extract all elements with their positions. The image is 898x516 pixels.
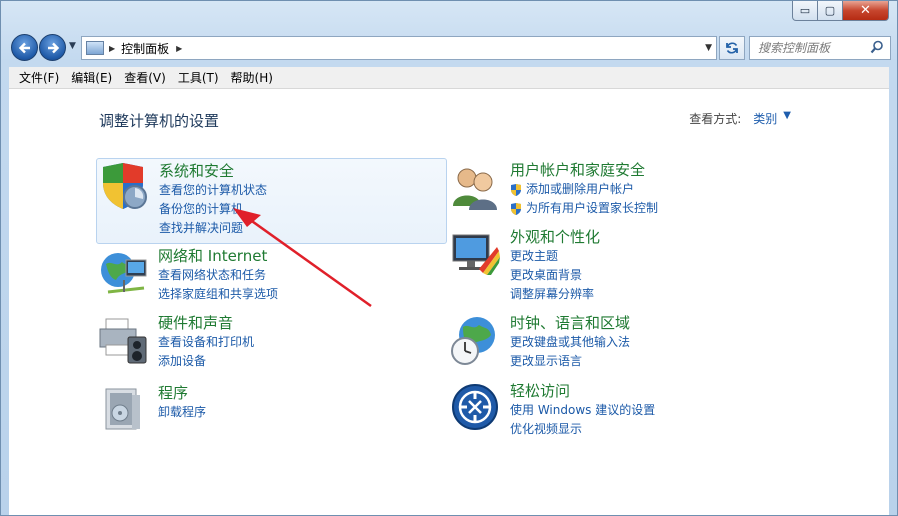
window-frame: ▭ ▢ ✕ ▼ ▶ 控制面板 ▶ ▼ 搜索控制面板 文件(F) 编辑(E) 查看… <box>0 0 898 516</box>
category-ease-of-access[interactable]: 轻松访问 使用 Windows 建议的设置 优化视频显示 <box>449 379 709 436</box>
menu-view[interactable]: 查看(V) <box>118 69 172 86</box>
menu-file[interactable]: 文件(F) <box>13 69 65 86</box>
link-homegroup-sharing[interactable]: 选择家庭组和共享选项 <box>158 285 278 304</box>
uac-shield-icon <box>511 202 521 215</box>
forward-button[interactable] <box>39 34 66 61</box>
link-troubleshoot[interactable]: 查找并解决问题 <box>159 219 267 238</box>
category-title[interactable]: 时钟、语言和区域 <box>510 313 630 333</box>
shield-icon <box>103 163 147 209</box>
category-title[interactable]: 轻松访问 <box>510 381 655 401</box>
globe-clock-icon <box>451 317 495 365</box>
link-add-device[interactable]: 添加设备 <box>158 352 254 371</box>
link-devices-printers[interactable]: 查看设备和打印机 <box>158 333 254 352</box>
category-clock-language[interactable]: 时钟、语言和区域 更改键盘或其他输入法 更改显示语言 <box>449 311 709 371</box>
uac-shield-icon <box>511 183 521 196</box>
caption-buttons: ▭ ▢ ✕ <box>792 1 889 21</box>
content-area: 调整计算机的设置 查看方式: 类别 ▼ 系统和安全 查看您的计算机状态 备份您的… <box>9 89 889 515</box>
link-text[interactable]: 添加或删除用户帐户 <box>526 180 634 199</box>
view-by-dropdown[interactable]: 类别 <box>753 110 777 127</box>
view-by-label: 查看方式: <box>689 112 742 126</box>
category-programs[interactable]: 程序 卸载程序 <box>96 381 396 431</box>
category-title[interactable]: 网络和 Internet <box>158 246 278 266</box>
link-uninstall-program[interactable]: 卸载程序 <box>158 403 206 422</box>
category-title[interactable]: 硬件和声音 <box>158 313 254 333</box>
category-appearance[interactable]: 外观和个性化 更改主题 更改桌面背景 调整屏幕分辨率 <box>449 225 709 301</box>
minimize-button[interactable]: ▭ <box>792 1 818 21</box>
refresh-icon <box>726 42 738 54</box>
link-change-theme[interactable]: 更改主题 <box>510 247 600 266</box>
back-arrow-icon <box>18 42 30 53</box>
recent-pages-dropdown-icon[interactable]: ▼ <box>69 41 76 51</box>
category-hardware[interactable]: 硬件和声音 查看设备和打印机 添加设备 <box>96 311 396 371</box>
category-title[interactable]: 外观和个性化 <box>510 227 600 247</box>
link-change-input-method[interactable]: 更改键盘或其他输入法 <box>510 333 630 352</box>
users-icon <box>453 168 497 210</box>
menu-bar: 文件(F) 编辑(E) 查看(V) 工具(T) 帮助(H) <box>9 67 889 89</box>
back-button[interactable] <box>11 34 38 61</box>
category-system-security[interactable]: 系统和安全 查看您的计算机状态 备份您的计算机 查找并解决问题 <box>96 158 447 244</box>
link-adjust-resolution[interactable]: 调整屏幕分辨率 <box>510 285 600 304</box>
link-change-display-language[interactable]: 更改显示语言 <box>510 352 630 371</box>
link-view-computer-status[interactable]: 查看您的计算机状态 <box>159 181 267 200</box>
search-icon[interactable] <box>870 40 884 54</box>
link-text[interactable]: 为所有用户设置家长控制 <box>526 199 658 218</box>
link-recommended-settings[interactable]: 使用 Windows 建议的设置 <box>510 401 655 420</box>
address-bar[interactable]: ▶ 控制面板 ▶ ▼ <box>81 36 717 60</box>
category-network[interactable]: 网络和 Internet 查看网络状态和任务 选择家庭组和共享选项 <box>96 244 396 304</box>
maximize-button[interactable]: ▢ <box>818 1 843 21</box>
menu-edit[interactable]: 编辑(E) <box>65 69 118 86</box>
category-user-accounts[interactable]: 用户帐户和家庭安全 添加或删除用户帐户 为所有用户设置家长控制 <box>449 158 709 218</box>
programs-box-icon <box>105 388 140 430</box>
breadcrumb-separator-icon[interactable]: ▶ <box>109 44 115 53</box>
search-input[interactable] <box>758 41 870 55</box>
link-parental-controls[interactable]: 为所有用户设置家长控制 <box>510 199 658 218</box>
link-backup-computer[interactable]: 备份您的计算机 <box>159 200 267 219</box>
printer-speaker-icon <box>99 318 147 364</box>
search-box[interactable] <box>749 36 891 60</box>
forward-arrow-icon <box>47 42 59 53</box>
menu-tools[interactable]: 工具(T) <box>172 69 225 86</box>
monitor-palette-icon <box>452 234 500 275</box>
control-panel-icon <box>86 41 104 55</box>
network-globe-icon <box>101 253 147 294</box>
menu-help[interactable]: 帮助(H) <box>225 69 279 86</box>
chevron-down-icon[interactable]: ▼ <box>783 110 791 127</box>
view-by: 查看方式: 类别 ▼ <box>689 110 791 127</box>
refresh-button[interactable] <box>719 36 745 60</box>
address-dropdown-icon[interactable]: ▼ <box>705 43 712 53</box>
breadcrumb-control-panel[interactable]: 控制面板 <box>121 40 169 57</box>
ease-of-access-icon <box>452 384 498 430</box>
navigation-bar: ▼ ▶ 控制面板 ▶ ▼ <box>9 33 891 61</box>
link-network-status[interactable]: 查看网络状态和任务 <box>158 266 278 285</box>
link-change-desktop-background[interactable]: 更改桌面背景 <box>510 266 600 285</box>
category-title[interactable]: 系统和安全 <box>159 161 267 181</box>
close-button[interactable]: ✕ <box>843 1 889 21</box>
link-add-remove-accounts[interactable]: 添加或删除用户帐户 <box>510 180 658 199</box>
link-optimize-display[interactable]: 优化视频显示 <box>510 420 655 439</box>
category-title[interactable]: 程序 <box>158 383 206 403</box>
page-title: 调整计算机的设置 <box>99 112 220 130</box>
category-title[interactable]: 用户帐户和家庭安全 <box>510 160 658 180</box>
breadcrumb-chevron-icon[interactable]: ▶ <box>176 44 182 53</box>
